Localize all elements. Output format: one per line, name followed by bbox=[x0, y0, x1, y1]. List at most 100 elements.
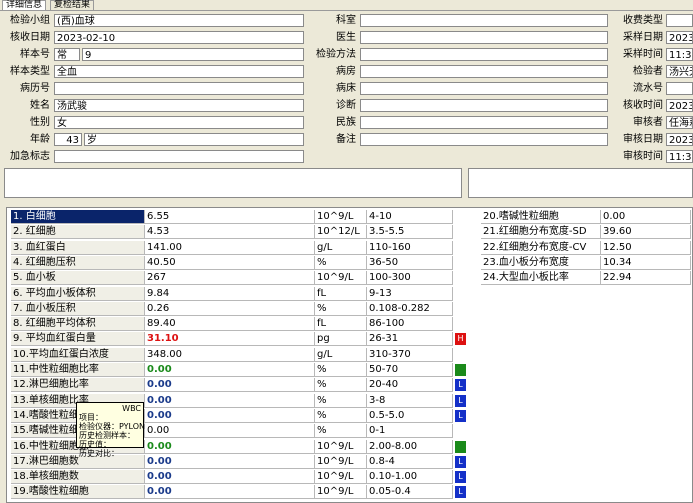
result-value[interactable]: 0.00 bbox=[601, 210, 691, 224]
result-item-name: 2. 红细胞 bbox=[11, 225, 145, 240]
result-value[interactable]: 40.50 bbox=[145, 255, 315, 270]
result-value[interactable]: 348.00 bbox=[145, 347, 315, 362]
result-value[interactable]: 0.00 bbox=[145, 378, 315, 393]
result-value[interactable]: 0.00 bbox=[145, 454, 315, 469]
field-fee-type[interactable] bbox=[666, 14, 693, 27]
result-unit: fL bbox=[315, 317, 367, 332]
result-reference-range: 0-1 bbox=[367, 424, 453, 439]
result-value[interactable]: 0.00 bbox=[145, 393, 315, 408]
tooltip-line: 项目： bbox=[79, 413, 103, 422]
result-value[interactable]: 0.00 bbox=[145, 424, 315, 439]
result-row[interactable]: 20.嗜碱性粒细胞 0.00 bbox=[479, 210, 691, 225]
field-name[interactable]: 汤武骏 bbox=[54, 99, 304, 112]
field-sample-prefix[interactable]: 常 bbox=[54, 48, 80, 61]
result-value[interactable]: 89.40 bbox=[145, 317, 315, 332]
field-sample-no[interactable]: 9 bbox=[82, 48, 304, 61]
field-receive-time[interactable]: 2023- bbox=[666, 99, 693, 112]
result-row[interactable]: 10.平均血红蛋白浓度 348.00 g/L 310-370 bbox=[9, 347, 479, 363]
memo-box-left[interactable] bbox=[4, 168, 462, 198]
result-value[interactable]: 39.60 bbox=[601, 225, 691, 240]
result-row[interactable]: 21.红细胞分布宽度-SD 39.60 bbox=[479, 225, 691, 240]
field-test-method[interactable] bbox=[360, 48, 608, 61]
label-receive-date: 核收日期 bbox=[10, 32, 50, 43]
field-tester[interactable]: 汤兴无 bbox=[666, 65, 693, 78]
result-value-text: 267 bbox=[147, 272, 167, 284]
result-row[interactable]: 23.血小板分布宽度 10.34 bbox=[479, 255, 691, 271]
field-test-group[interactable]: (西)血球 bbox=[54, 14, 304, 27]
result-row[interactable]: 19.嗜酸性粒细胞 0.00 10^9/L 0.05-0.4 L bbox=[9, 485, 479, 500]
result-value-text: 0.26 bbox=[147, 302, 170, 314]
field-receive-date[interactable]: 2023-02-10 bbox=[54, 31, 304, 44]
field-sample-date[interactable]: 2023- bbox=[666, 31, 693, 44]
result-row[interactable]: 8. 红细胞平均体积 89.40 fL 86-100 bbox=[9, 317, 479, 332]
result-row[interactable]: 12.淋巴细胞比率 0.00% 20-40 L bbox=[9, 378, 479, 393]
results-grid: 1. 白细胞 6.55 10^9/L 4-10 2. 红细胞 4.53 10^12/L 3.5… bbox=[6, 207, 693, 503]
result-value[interactable]: 267 bbox=[145, 271, 315, 286]
result-value[interactable]: 0.00 bbox=[145, 470, 315, 485]
result-row[interactable]: 9. 平均血红蛋白量 31.10 pg 26-31 H bbox=[9, 332, 479, 347]
field-age[interactable]: 43 bbox=[54, 133, 82, 146]
field-age-unit[interactable]: 岁 bbox=[84, 133, 304, 146]
field-sample-time[interactable]: 11:35 bbox=[666, 48, 693, 61]
result-value[interactable]: 12.50 bbox=[601, 240, 691, 255]
result-row[interactable]: 22.红细胞分布宽度-CV 12.50 bbox=[479, 240, 691, 256]
result-unit: 10^12/L bbox=[315, 225, 367, 240]
field-diagnosis[interactable] bbox=[360, 99, 608, 112]
result-value[interactable]: 6.55 bbox=[145, 210, 315, 224]
result-row[interactable]: 5. 血小板 267 10^9/L 100-300 bbox=[9, 271, 479, 286]
label-sample-type: 样本类型 bbox=[10, 66, 50, 77]
field-ethnicity[interactable] bbox=[360, 116, 608, 129]
field-ward[interactable] bbox=[360, 65, 608, 78]
result-unit: 10^9/L bbox=[315, 210, 367, 224]
memo-box-right[interactable] bbox=[468, 168, 693, 198]
field-reviewer[interactable]: 任海莉 bbox=[666, 116, 693, 129]
label-ethnicity: 民族 bbox=[336, 117, 356, 128]
result-value[interactable]: 4.53 bbox=[145, 225, 315, 240]
label-diagnosis: 诊断 bbox=[336, 100, 356, 111]
result-row[interactable]: 1. 白细胞 6.55 10^9/L 4-10 bbox=[9, 210, 479, 225]
result-unit: g/L bbox=[315, 240, 367, 255]
field-record-no[interactable] bbox=[54, 82, 304, 95]
label-department: 科室 bbox=[336, 15, 356, 26]
field-urgent-flag[interactable] bbox=[54, 150, 304, 163]
field-bed[interactable] bbox=[360, 82, 608, 95]
field-sex[interactable]: 女 bbox=[54, 116, 304, 129]
result-value-text: 0.00 bbox=[147, 379, 172, 391]
result-reference-range: 310-370 bbox=[367, 347, 453, 362]
result-value[interactable]: 0.26 bbox=[145, 301, 315, 316]
result-value[interactable]: 141.00 bbox=[145, 240, 315, 255]
field-doctor[interactable] bbox=[360, 31, 608, 44]
field-review-date[interactable]: 2023- bbox=[666, 133, 693, 146]
result-value[interactable]: 0.00 bbox=[145, 408, 315, 423]
result-item-name: 20.嗜碱性粒细胞 bbox=[481, 210, 601, 224]
field-sample-type[interactable]: 全血 bbox=[54, 65, 304, 78]
result-row[interactable]: 7. 血小板压积 0.26% 0.108-0.282 bbox=[9, 301, 479, 317]
tooltip-title: WBC bbox=[122, 404, 141, 413]
result-reference-range: 9-13 bbox=[367, 286, 453, 301]
result-unit: 10^9/L bbox=[315, 271, 367, 286]
result-value[interactable]: 0.00 bbox=[145, 363, 315, 377]
result-flag-badge: L bbox=[455, 409, 466, 422]
field-remark[interactable] bbox=[360, 133, 608, 146]
result-value[interactable]: 10.34 bbox=[601, 255, 691, 270]
field-department[interactable] bbox=[360, 14, 608, 27]
result-value[interactable]: 9.84 bbox=[145, 286, 315, 301]
result-row[interactable]: 4. 红细胞压积 40.50% 36-50 bbox=[9, 255, 479, 271]
result-row[interactable]: 11.中性粒细胞比率 0.00% 50-70 bbox=[9, 363, 479, 378]
result-row[interactable]: 24.大型血小板比率 22.94 bbox=[479, 271, 691, 286]
result-value[interactable]: 0.00 bbox=[145, 439, 315, 454]
result-value[interactable]: 22.94 bbox=[601, 271, 691, 286]
result-value-text: 141.00 bbox=[147, 241, 182, 253]
result-row[interactable]: 18.单核细胞数 0.00 10^9/L 0.10-1.00 L bbox=[9, 470, 479, 485]
result-item-name: 3. 血红蛋白 bbox=[11, 240, 145, 255]
result-row[interactable]: 2. 红细胞 4.53 10^12/L 3.5-5.5 bbox=[9, 225, 479, 240]
result-value[interactable]: 31.10 bbox=[145, 332, 315, 347]
label-test-group: 检验小组 bbox=[10, 15, 50, 26]
field-serial-no[interactable] bbox=[666, 82, 693, 95]
tab-recheck-result[interactable]: 复检结果 bbox=[50, 0, 95, 10]
tab-detail-info[interactable]: 详细信息 bbox=[2, 0, 47, 10]
result-row[interactable]: 6. 平均血小板体积 9.84 fL 9-13 bbox=[9, 286, 479, 302]
result-value[interactable]: 0.00 bbox=[145, 485, 315, 500]
field-review-time[interactable]: 11:38 bbox=[666, 150, 693, 163]
result-row[interactable]: 3. 血红蛋白 141.00 g/L 110-160 bbox=[9, 240, 479, 256]
